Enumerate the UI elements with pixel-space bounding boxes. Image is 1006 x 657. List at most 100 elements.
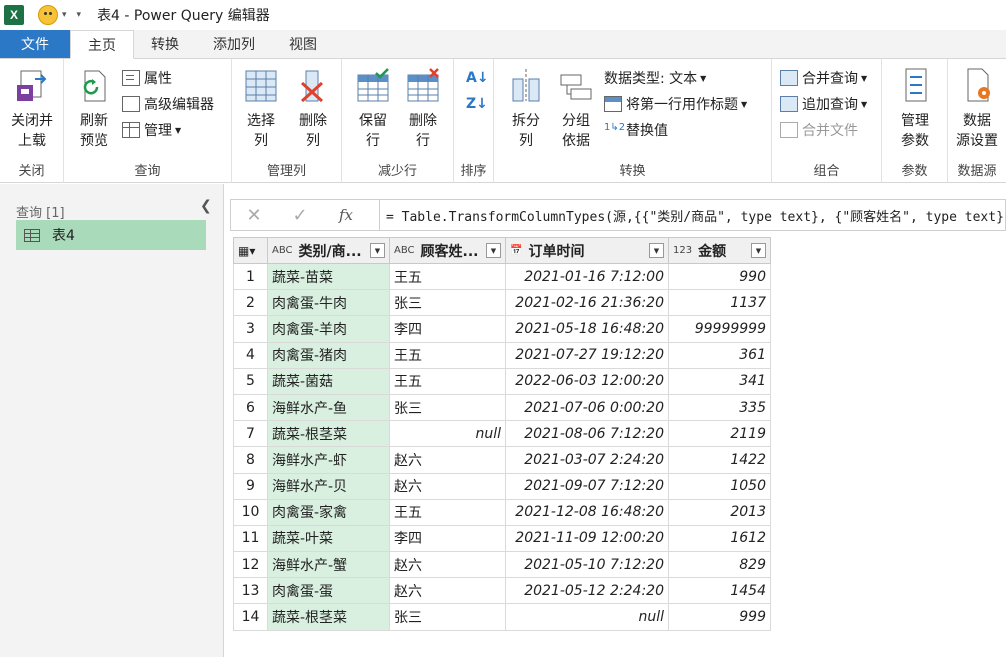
tab-add-column[interactable]: 添加列 xyxy=(196,30,272,58)
close-and-load-button[interactable]: 关闭并 上载 xyxy=(6,67,58,151)
table-cell[interactable]: 2021-03-07 2:24:20 xyxy=(505,446,669,474)
table-cell[interactable]: 1137 xyxy=(668,289,771,317)
table-cell[interactable]: 341 xyxy=(668,367,771,395)
remove-rows-button[interactable]: 删除 行 xyxy=(398,67,448,151)
table-row[interactable]: 13 肉禽蛋-蛋 赵六 2021-05-12 2:24:20 1454 xyxy=(233,577,771,605)
table-cell[interactable]: 2021-12-08 16:48:20 xyxy=(505,498,669,526)
keep-rows-button[interactable]: 保留 行 xyxy=(348,67,398,151)
choose-columns-button[interactable]: 选择 列 xyxy=(236,67,286,151)
select-all-corner[interactable]: ▦▾ xyxy=(233,237,268,264)
row-number[interactable]: 1 xyxy=(233,262,268,291)
table-cell[interactable]: 2021-08-06 7:12:20 xyxy=(505,420,669,448)
number-type-icon[interactable]: 123 xyxy=(673,245,692,256)
split-column-button[interactable]: 拆分 列 xyxy=(502,67,550,151)
table-cell[interactable]: 王五 xyxy=(389,498,506,526)
table-cell[interactable]: 海鲜水产-蟹 xyxy=(267,551,390,579)
table-row[interactable]: 9 海鲜水产-贝 赵六 2021-09-07 7:12:20 1050 xyxy=(233,472,771,500)
table-row[interactable]: 14 蔬菜-根茎菜 张三 null 999 xyxy=(233,603,771,631)
table-cell[interactable]: 2021-05-12 2:24:20 xyxy=(505,577,669,605)
text-type-icon[interactable]: ABC xyxy=(394,245,415,256)
table-cell[interactable]: 蔬菜-根茎菜 xyxy=(267,603,390,631)
table-cell[interactable]: 1454 xyxy=(668,577,771,605)
append-queries-button[interactable]: 追加查询 ▼ xyxy=(780,93,867,115)
table-cell[interactable]: 2021-05-18 16:48:20 xyxy=(505,315,669,343)
table-cell[interactable]: 赵六 xyxy=(389,446,506,474)
table-cell[interactable]: 2022-06-03 12:00:20 xyxy=(505,367,669,395)
fx-icon[interactable]: fx xyxy=(323,206,369,224)
table-row[interactable]: 4 肉禽蛋-猪肉 王五 2021-07-27 19:12:20 361 xyxy=(233,341,771,369)
row-number[interactable]: 14 xyxy=(233,603,268,631)
combine-files-button[interactable]: 合并文件 xyxy=(780,119,858,141)
tab-transform[interactable]: 转换 xyxy=(134,30,196,58)
table-row[interactable]: 8 海鲜水产-虾 赵六 2021-03-07 2:24:20 1422 xyxy=(233,446,771,474)
table-cell[interactable]: 肉禽蛋-蛋 xyxy=(267,577,390,605)
table-cell[interactable]: null xyxy=(505,603,669,631)
table-row[interactable]: 1 蔬菜-苗菜 王五 2021-01-16 7:12:00 990 xyxy=(233,262,771,291)
row-number[interactable]: 2 xyxy=(233,289,268,317)
table-cell[interactable]: 王五 xyxy=(389,367,506,395)
table-cell[interactable]: 361 xyxy=(668,341,771,369)
row-number[interactable]: 8 xyxy=(233,446,268,474)
advanced-editor-button[interactable]: 高级编辑器 xyxy=(122,93,214,115)
table-row[interactable]: 5 蔬菜-菌菇 王五 2022-06-03 12:00:20 341 xyxy=(233,367,771,395)
data-type-dropdown[interactable]: 数据类型: 文本 ▼ xyxy=(604,67,706,89)
manage-query-button[interactable]: 管理 ▼ xyxy=(122,119,181,141)
column-header-category[interactable]: ABC 类别/商... ▼ xyxy=(267,237,390,264)
table-cell[interactable]: 990 xyxy=(668,262,771,291)
row-number[interactable]: 12 xyxy=(233,551,268,579)
table-cell[interactable]: 赵六 xyxy=(389,472,506,500)
table-cell[interactable]: 335 xyxy=(668,393,771,422)
table-row[interactable]: 7 蔬菜-根茎菜 null 2021-08-06 7:12:20 2119 xyxy=(233,420,771,448)
refresh-preview-button[interactable]: 刷新 预览 xyxy=(68,67,120,151)
table-menu-icon[interactable]: ▦▾ xyxy=(238,244,255,258)
table-cell[interactable]: 王五 xyxy=(389,262,506,291)
table-cell[interactable]: 2021-07-06 0:00:20 xyxy=(505,393,669,422)
table-cell[interactable]: 肉禽蛋-家禽 xyxy=(267,498,390,526)
text-type-icon[interactable]: ABC xyxy=(272,245,293,256)
filter-dropdown-icon[interactable]: ▼ xyxy=(751,243,766,258)
quick-access-customize-icon[interactable]: ▾ xyxy=(77,10,82,20)
table-cell[interactable]: 1422 xyxy=(668,446,771,474)
table-cell[interactable]: 李四 xyxy=(389,524,506,553)
table-cell[interactable]: 李四 xyxy=(389,315,506,343)
table-cell[interactable]: 2021-01-16 7:12:00 xyxy=(505,262,669,291)
table-row[interactable]: 6 海鲜水产-鱼 张三 2021-07-06 0:00:20 335 xyxy=(233,393,771,422)
row-number[interactable]: 5 xyxy=(233,367,268,395)
table-cell[interactable]: 海鲜水产-鱼 xyxy=(267,393,390,422)
row-number[interactable]: 11 xyxy=(233,524,268,553)
query-item[interactable]: 表4 xyxy=(16,220,206,250)
group-by-button[interactable]: 分组 依据 xyxy=(552,67,600,151)
table-row[interactable]: 2 肉禽蛋-牛肉 张三 2021-02-16 21:36:20 1137 xyxy=(233,289,771,317)
remove-columns-button[interactable]: 删除 列 xyxy=(288,67,338,151)
tab-view[interactable]: 视图 xyxy=(272,30,334,58)
datetime-type-icon[interactable]: 📅 xyxy=(510,245,522,256)
table-cell[interactable]: 张三 xyxy=(389,603,506,631)
row-number[interactable]: 13 xyxy=(233,577,268,605)
table-row[interactable]: 11 蔬菜-叶菜 李四 2021-11-09 12:00:20 1612 xyxy=(233,524,771,553)
table-cell[interactable]: 829 xyxy=(668,551,771,579)
table-cell[interactable]: 肉禽蛋-猪肉 xyxy=(267,341,390,369)
table-cell[interactable]: null xyxy=(389,420,506,448)
sort-descending-button[interactable]: Z↓ xyxy=(466,93,488,115)
sort-ascending-button[interactable]: A↓ xyxy=(466,67,489,89)
table-cell[interactable]: 王五 xyxy=(389,341,506,369)
table-cell[interactable]: 海鲜水产-贝 xyxy=(267,472,390,500)
table-cell[interactable]: 2021-09-07 7:12:20 xyxy=(505,472,669,500)
table-cell[interactable]: 2119 xyxy=(668,420,771,448)
table-cell[interactable]: 赵六 xyxy=(389,577,506,605)
table-cell[interactable]: 2013 xyxy=(668,498,771,526)
merge-queries-button[interactable]: 合并查询 ▼ xyxy=(780,67,867,89)
table-row[interactable]: 12 海鲜水产-蟹 赵六 2021-05-10 7:12:20 829 xyxy=(233,551,771,579)
table-cell[interactable]: 张三 xyxy=(389,393,506,422)
table-cell[interactable]: 1612 xyxy=(668,524,771,553)
table-cell[interactable]: 肉禽蛋-牛肉 xyxy=(267,289,390,317)
table-cell[interactable]: 蔬菜-根茎菜 xyxy=(267,420,390,448)
row-number[interactable]: 3 xyxy=(233,315,268,343)
row-number[interactable]: 4 xyxy=(233,341,268,369)
properties-button[interactable]: 属性 xyxy=(122,67,172,89)
table-row[interactable]: 10 肉禽蛋-家禽 王五 2021-12-08 16:48:20 2013 xyxy=(233,498,771,526)
table-cell[interactable]: 蔬菜-叶菜 xyxy=(267,524,390,553)
datasource-settings-button[interactable]: 数据 源设置 xyxy=(952,67,1002,151)
filter-dropdown-icon[interactable]: ▼ xyxy=(486,243,501,258)
row-number[interactable]: 9 xyxy=(233,472,268,500)
